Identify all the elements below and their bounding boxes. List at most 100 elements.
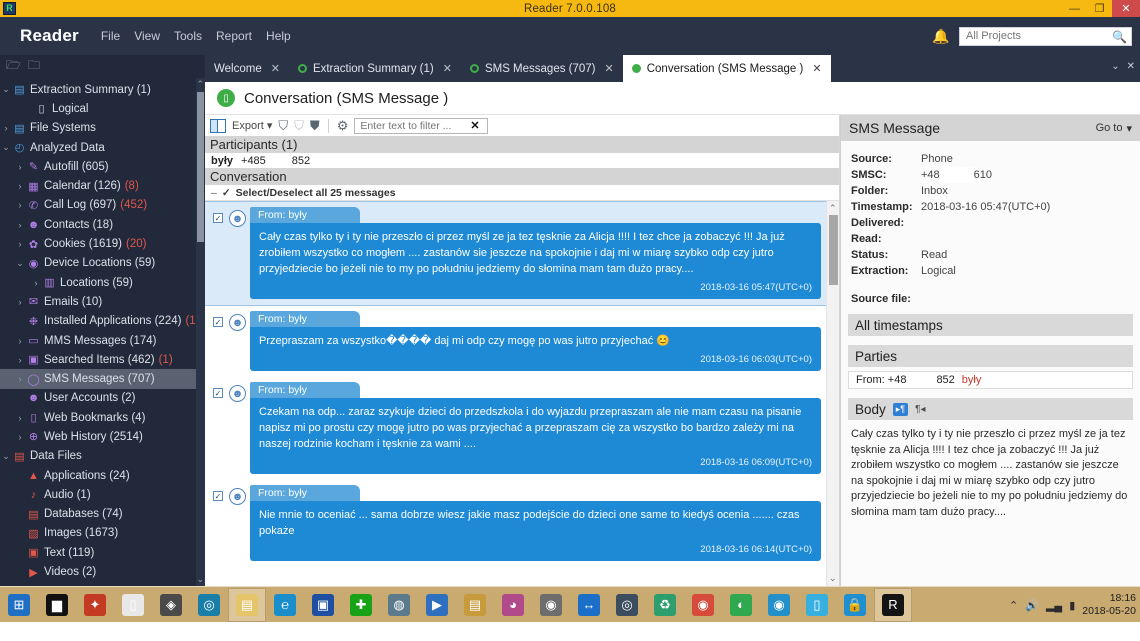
sidebar-item-22[interactable]: ▤ Databases (74) [0, 505, 205, 524]
scroll-down-icon[interactable]: ⌄ [196, 574, 204, 585]
network-icon[interactable]: ▂▄ [1046, 599, 1062, 612]
chevron-icon[interactable]: › [14, 181, 26, 191]
taskbar-opera[interactable]: ◐ [722, 588, 760, 622]
chevron-icon[interactable]: › [14, 162, 26, 172]
tag-remove-icon[interactable]: ⛉ [294, 118, 304, 134]
sidebar-item-0[interactable]: ⌄ ▤ Extraction Summary (1) [0, 80, 205, 99]
sidebar-item-6[interactable]: › ✆ Call Log (697) (452) [0, 196, 205, 215]
sidebar-item-24[interactable]: ▣ Text (119) [0, 543, 205, 562]
taskbar-mobile-device[interactable]: ▯ [798, 588, 836, 622]
close-button[interactable]: ✕ [1112, 0, 1140, 17]
go-to-button[interactable]: Go to ▾ [1096, 122, 1132, 135]
taskbar-teamviewer-blue[interactable]: ◎ [190, 588, 228, 622]
menu-item-tools[interactable]: Tools [174, 29, 202, 43]
msg-scroll-down-icon[interactable]: ⌄ [829, 573, 837, 584]
taskbar-teamviewer[interactable]: ↔ [570, 588, 608, 622]
message-scroll-thumb[interactable] [829, 215, 838, 285]
clear-filter-icon[interactable]: ✕ [470, 119, 479, 132]
taskbar-start-button[interactable]: ⊞ [0, 588, 38, 622]
taskbar-save-disk[interactable]: ▣ [304, 588, 342, 622]
taskbar-disc-burner[interactable]: ◉ [532, 588, 570, 622]
sidebar-item-15[interactable]: › ◯ SMS Messages (707) [0, 369, 205, 389]
taskbar-hard-drive[interactable]: ◎ [608, 588, 646, 622]
chevron-icon[interactable]: › [14, 297, 26, 307]
chevron-icon[interactable]: › [30, 278, 42, 288]
tab-close-icon[interactable]: ✕ [812, 62, 821, 75]
participant-row[interactable]: były +485 852 [205, 153, 839, 168]
message-checkbox[interactable]: ✓ [213, 388, 223, 398]
taskbar-disk-tool[interactable]: ◍ [380, 588, 418, 622]
taskbar-secure-lock[interactable]: 🔒 [836, 588, 874, 622]
taskbar-chrome[interactable]: ◉ [684, 588, 722, 622]
open-folder-icon[interactable]: 🗁 [6, 56, 21, 77]
chevron-icon[interactable]: › [14, 336, 26, 346]
chevron-icon[interactable]: ⌄ [0, 451, 12, 462]
message-checkbox[interactable]: ✓ [213, 213, 223, 223]
sidebar-scroll-thumb[interactable] [197, 92, 204, 242]
taskbar-green-plus[interactable]: ✚ [342, 588, 380, 622]
tab-close-icon[interactable]: ✕ [443, 62, 452, 75]
text-direction-icon[interactable]: ¶◂ [915, 404, 925, 415]
tab-2[interactable]: SMS Messages (707) ✕ [461, 55, 623, 82]
taskbar-internet-explorer[interactable]: ℮ [266, 588, 304, 622]
msg-scroll-up-icon[interactable]: ⌃ [829, 203, 837, 214]
chevron-icon[interactable]: › [0, 123, 12, 133]
bell-icon[interactable]: 🔔 [932, 28, 949, 44]
volume-icon[interactable]: 🔊 [1025, 599, 1039, 612]
menu-item-view[interactable]: View [134, 29, 160, 43]
menu-item-report[interactable]: Report [216, 29, 252, 43]
tab-close-all-icon[interactable]: ✕ [1127, 61, 1135, 72]
taskbar-diamond-app[interactable]: ◈ [152, 588, 190, 622]
scroll-up-icon[interactable]: ⌃ [196, 79, 204, 90]
sidebar-item-13[interactable]: › ▭ MMS Messages (174) [0, 331, 205, 350]
translate-icon[interactable]: ▸¶ [892, 402, 909, 416]
chevron-icon[interactable]: › [14, 200, 26, 210]
menu-item-file[interactable]: File [101, 29, 120, 43]
sidebar-item-20[interactable]: ▲ Applications (24) [0, 466, 205, 485]
search-icon[interactable]: 🔍 [1112, 30, 1127, 44]
chevron-icon[interactable]: › [14, 355, 26, 365]
sidebar-item-9[interactable]: ⌄ ◉ Device Locations (59) [0, 254, 205, 273]
message-row[interactable]: ✓ ☻ From: były Cały czas tylko ty i ty nie … [205, 201, 839, 306]
sidebar-item-7[interactable]: › ☻ Contacts (18) [0, 215, 205, 234]
sidebar-item-18[interactable]: › ⊕ Web History (2514) [0, 427, 205, 446]
message-checkbox[interactable]: ✓ [213, 317, 223, 327]
gear-icon[interactable]: ⚙ [337, 118, 349, 134]
sidebar-item-5[interactable]: › ▦ Calendar (126) (8) [0, 176, 205, 195]
taskbar-file-explorer[interactable]: ▤ [228, 587, 266, 622]
taskbar-ccleaner[interactable]: ✦ [76, 588, 114, 622]
collapse-icon[interactable]: – [211, 187, 217, 199]
tab-close-icon[interactable]: ✕ [271, 62, 280, 75]
check-icon[interactable]: ✓ [222, 187, 231, 199]
search-input[interactable] [964, 29, 1114, 43]
chevron-icon[interactable]: › [14, 239, 26, 249]
sidebar-item-17[interactable]: › ▯ Web Bookmarks (4) [0, 408, 205, 427]
minimize-button[interactable]: — [1062, 0, 1087, 17]
maximize-button[interactable]: ❐ [1087, 0, 1112, 17]
message-row[interactable]: ✓ ☻ From: były Przepraszam za wszystko���� … [205, 306, 839, 377]
filter-input[interactable] [358, 118, 471, 133]
tab-overflow-icon[interactable]: ⌄ [1111, 61, 1119, 72]
split-panel-icon[interactable] [210, 118, 226, 133]
sidebar-item-16[interactable]: ☻ User Accounts (2) [0, 389, 205, 408]
tab-3[interactable]: Conversation (SMS Message ) ✕ [622, 55, 831, 82]
taskbar-media-player[interactable]: ▶ [418, 588, 456, 622]
sidebar-item-2[interactable]: › ▤ File Systems [0, 119, 205, 138]
taskbar-recycle[interactable]: ♻ [646, 588, 684, 622]
taskbar-lifebuoy[interactable]: ◉ [760, 588, 798, 622]
taskbar-notepad[interactable]: ▤ [456, 588, 494, 622]
battery-icon[interactable]: ▮ [1069, 599, 1075, 612]
sidebar-item-1[interactable]: ▯ Logical [0, 99, 205, 118]
sidebar-item-14[interactable]: › ▣ Searched Items (462) (1) [0, 350, 205, 369]
sidebar-item-21[interactable]: ♪ Audio (1) [0, 485, 205, 504]
sidebar-item-12[interactable]: ❉ Installed Applications (224) (1) [0, 312, 205, 331]
chevron-icon[interactable]: ⌄ [0, 142, 12, 153]
project-search[interactable]: 🔍 [959, 26, 1132, 46]
sidebar-item-8[interactable]: › ✿ Cookies (1619) (20) [0, 234, 205, 253]
tab-close-icon[interactable]: ✕ [605, 62, 614, 75]
chevron-icon[interactable]: › [14, 374, 26, 384]
tab-1[interactable]: Extraction Summary (1) ✕ [289, 55, 461, 82]
all-timestamps-band[interactable]: All timestamps [848, 314, 1133, 336]
taskbar-picasa[interactable]: ◕ [494, 588, 532, 622]
taskbar-terminal[interactable]: ▆ [38, 588, 76, 622]
